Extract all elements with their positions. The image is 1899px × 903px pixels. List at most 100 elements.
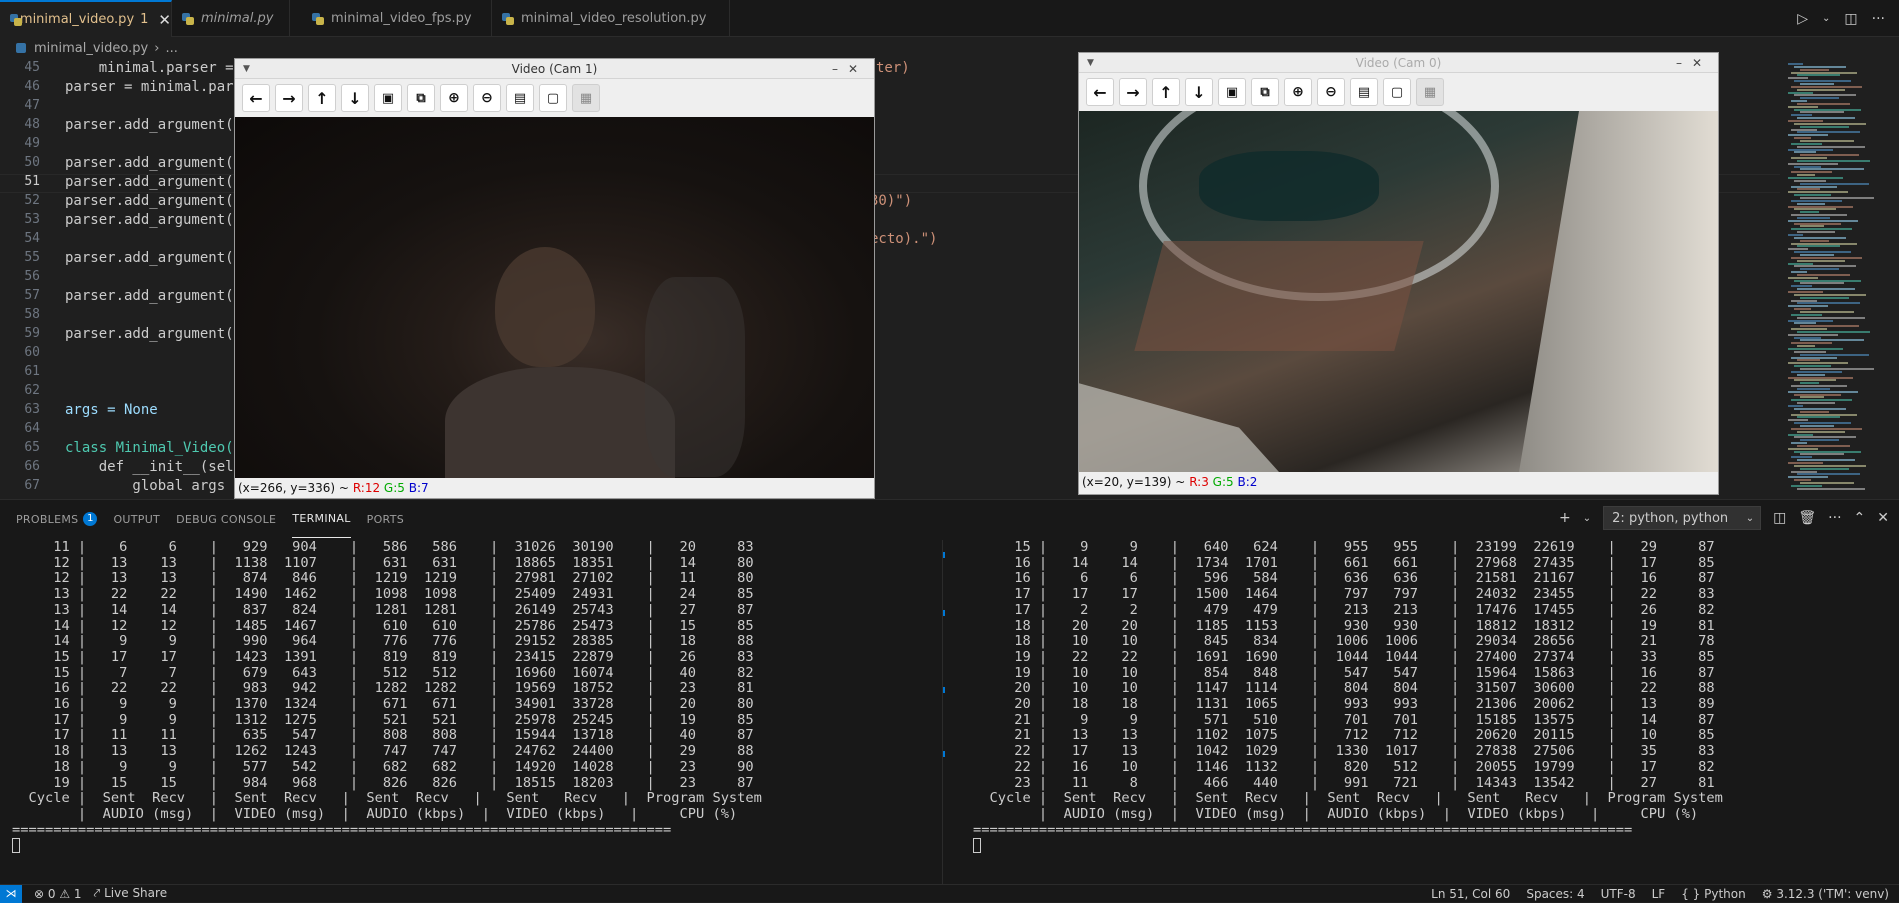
zoom-original-icon[interactable]: ⧉ bbox=[407, 84, 435, 112]
problems-status[interactable]: ⊗ 0 ⚠ 1 bbox=[34, 887, 82, 901]
terminal-select[interactable]: 2: python, python ⌄ bbox=[1603, 506, 1762, 530]
tab-problems[interactable]: PROBLEMS 1 bbox=[16, 500, 98, 538]
copy-clipboard-icon[interactable]: ▢ bbox=[539, 84, 567, 112]
tab-output[interactable]: OUTPUT bbox=[113, 500, 160, 538]
terminal-split-divider[interactable] bbox=[942, 540, 943, 885]
minimap-line bbox=[1794, 393, 1841, 396]
close-icon[interactable]: ✕ bbox=[1877, 510, 1889, 526]
video-window-cam0[interactable]: ▼ Video (Cam 0) –✕ ← → ↑ ↓ ▣ ⧉ ⊕ ⊖ ▤ ▢ ▦… bbox=[1078, 52, 1719, 495]
chevron-down-icon[interactable]: ⌄ bbox=[1822, 13, 1830, 24]
tab-label: minimal_video_resolution.py bbox=[521, 11, 707, 26]
minimap-line bbox=[1794, 450, 1861, 453]
window-controls[interactable]: –✕ bbox=[1676, 53, 1712, 73]
arrow-right-icon[interactable]: → bbox=[275, 84, 303, 112]
zoom-fit-icon[interactable]: ▣ bbox=[374, 84, 402, 112]
terminal-row: 18 | 13 13 | 1262 1243 | 747 747 | 24762… bbox=[12, 743, 754, 760]
zoom-fit-icon[interactable]: ▣ bbox=[1218, 78, 1246, 106]
terminal-left[interactable]: 11 | 6 6 | 929 904 | 586 586 | 31026 301… bbox=[12, 539, 762, 858]
zoom-in-icon[interactable]: ⊕ bbox=[440, 84, 468, 112]
minimap-line bbox=[1788, 319, 1833, 322]
dark-reflection bbox=[1199, 151, 1379, 221]
minimap-line bbox=[1800, 182, 1869, 185]
split-terminal-icon[interactable]: ◫ bbox=[1773, 510, 1786, 526]
arrow-right-icon[interactable]: → bbox=[1119, 78, 1147, 106]
code-line: parser.add_argument( bbox=[65, 193, 234, 209]
save-icon[interactable]: ▤ bbox=[506, 84, 534, 112]
properties-icon[interactable]: ▦ bbox=[572, 84, 600, 112]
window-titlebar[interactable]: ▼ Video (Cam 0) –✕ bbox=[1079, 53, 1718, 73]
arrow-left-icon[interactable]: ← bbox=[1086, 78, 1114, 106]
minimap-line bbox=[1788, 419, 1808, 422]
window-menu-icon[interactable]: ▼ bbox=[1087, 53, 1094, 73]
chevron-down-icon[interactable]: ⌄ bbox=[1583, 513, 1591, 524]
indentation[interactable]: Spaces: 4 bbox=[1526, 887, 1584, 901]
window-menu-icon[interactable]: ▼ bbox=[243, 59, 250, 79]
remote-indicator[interactable]: ⋊ bbox=[0, 884, 22, 903]
language-label: Python bbox=[1704, 887, 1746, 901]
camera-feed-image bbox=[235, 117, 874, 478]
interpreter[interactable]: ⚙ 3.12.3 ('TM': venv) bbox=[1762, 887, 1889, 901]
arrow-left-icon[interactable]: ← bbox=[242, 84, 270, 112]
tab-debug-console[interactable]: DEBUG CONSOLE bbox=[176, 500, 276, 538]
tab-ports[interactable]: PORTS bbox=[367, 500, 404, 538]
tab-minimal-video-resolution[interactable]: minimal_video_resolution.py bbox=[492, 0, 730, 37]
minimap-line bbox=[1794, 365, 1831, 368]
more-actions-icon[interactable]: ··· bbox=[1828, 510, 1841, 526]
window-titlebar[interactable]: ▼ Video (Cam 1) –✕ bbox=[235, 59, 874, 79]
zoom-out-icon[interactable]: ⊖ bbox=[1317, 78, 1345, 106]
window-title: Video (Cam 0) bbox=[1355, 56, 1442, 70]
code-line: class Minimal_Video( bbox=[65, 440, 234, 456]
tab-label: OUTPUT bbox=[113, 512, 161, 526]
minimap-line bbox=[1788, 362, 1848, 365]
live-share-button[interactable]: ⤤ Live Share bbox=[94, 886, 168, 901]
terminal-header: | AUDIO (msg) | VIDEO (msg) | AUDIO (kbp… bbox=[973, 805, 1699, 822]
zoom-original-icon[interactable]: ⧉ bbox=[1251, 78, 1279, 106]
more-actions-icon[interactable]: ··· bbox=[1872, 11, 1885, 27]
cursor-position[interactable]: Ln 51, Col 60 bbox=[1431, 887, 1510, 901]
code-line: global args bbox=[65, 478, 226, 494]
video-window-cam1[interactable]: ▼ Video (Cam 1) –✕ ← → ↑ ↓ ▣ ⧉ ⊕ ⊖ ▤ ▢ ▦… bbox=[234, 58, 875, 499]
trash-icon[interactable]: 🗑 bbox=[1798, 510, 1816, 526]
tab-minimal[interactable]: minimal.py bbox=[172, 0, 290, 37]
arrow-down-icon[interactable]: ↓ bbox=[1185, 78, 1213, 106]
close-icon[interactable]: ✕ bbox=[158, 11, 171, 29]
language-mode[interactable]: { } Python bbox=[1681, 887, 1746, 901]
terminal-header: Cycle | Sent Recv | Sent Recv | Sent Rec… bbox=[973, 790, 1723, 807]
terminal-right[interactable]: 15 | 9 9 | 640 624 | 955 955 | 23199 226… bbox=[973, 539, 1723, 858]
minimap-line bbox=[1791, 142, 1822, 145]
minimap-line bbox=[1794, 407, 1846, 410]
save-icon[interactable]: ▤ bbox=[1350, 78, 1378, 106]
line-number: 58 bbox=[24, 307, 40, 322]
pixel-b: B:2 bbox=[1237, 475, 1258, 489]
line-ending[interactable]: LF bbox=[1652, 887, 1666, 901]
minimap[interactable] bbox=[1780, 59, 1899, 499]
tab-label: DEBUG CONSOLE bbox=[176, 512, 277, 526]
maximize-panel-icon[interactable]: ⌃ bbox=[1854, 510, 1866, 526]
terminal-row: 22 | 17 13 | 1042 1029 | 1330 1017 | 278… bbox=[973, 743, 1715, 760]
zoom-in-icon[interactable]: ⊕ bbox=[1284, 78, 1312, 106]
arrow-down-icon[interactable]: ↓ bbox=[341, 84, 369, 112]
terminal-row: 19 | 15 15 | 984 968 | 826 826 | 18515 1… bbox=[12, 774, 754, 791]
breadcrumb-file[interactable]: minimal_video.py bbox=[34, 41, 148, 56]
live-share-label: Live Share bbox=[104, 886, 168, 900]
tab-minimal-video[interactable]: minimal_video.py 1 ✕ bbox=[0, 0, 172, 37]
minimap-line bbox=[1794, 222, 1841, 225]
arrow-up-icon[interactable]: ↑ bbox=[308, 84, 336, 112]
minimap-line bbox=[1794, 279, 1861, 282]
arrow-up-icon[interactable]: ↑ bbox=[1152, 78, 1180, 106]
run-icon[interactable]: ▷ bbox=[1797, 11, 1808, 27]
window-controls[interactable]: –✕ bbox=[832, 59, 868, 79]
terminal-header: Cycle | Sent Recv | Sent Recv | Sent Rec… bbox=[12, 790, 762, 807]
tab-minimal-video-fps[interactable]: minimal_video_fps.py bbox=[302, 0, 492, 37]
minimap-line bbox=[1794, 179, 1826, 182]
split-editor-icon[interactable]: ◫ bbox=[1844, 11, 1857, 27]
code-line: parser.add_argument( bbox=[65, 288, 234, 304]
properties-icon[interactable]: ▦ bbox=[1416, 78, 1444, 106]
zoom-out-icon[interactable]: ⊖ bbox=[473, 84, 501, 112]
copy-clipboard-icon[interactable]: ▢ bbox=[1383, 78, 1411, 106]
tab-terminal[interactable]: TERMINAL bbox=[292, 500, 351, 538]
encoding[interactable]: UTF-8 bbox=[1601, 887, 1636, 901]
breadcrumb-more[interactable]: ... bbox=[165, 41, 177, 56]
add-terminal-icon[interactable]: + bbox=[1559, 510, 1571, 526]
terminal-row: 17 | 17 17 | 1500 1464 | 797 797 | 24032… bbox=[973, 586, 1715, 603]
